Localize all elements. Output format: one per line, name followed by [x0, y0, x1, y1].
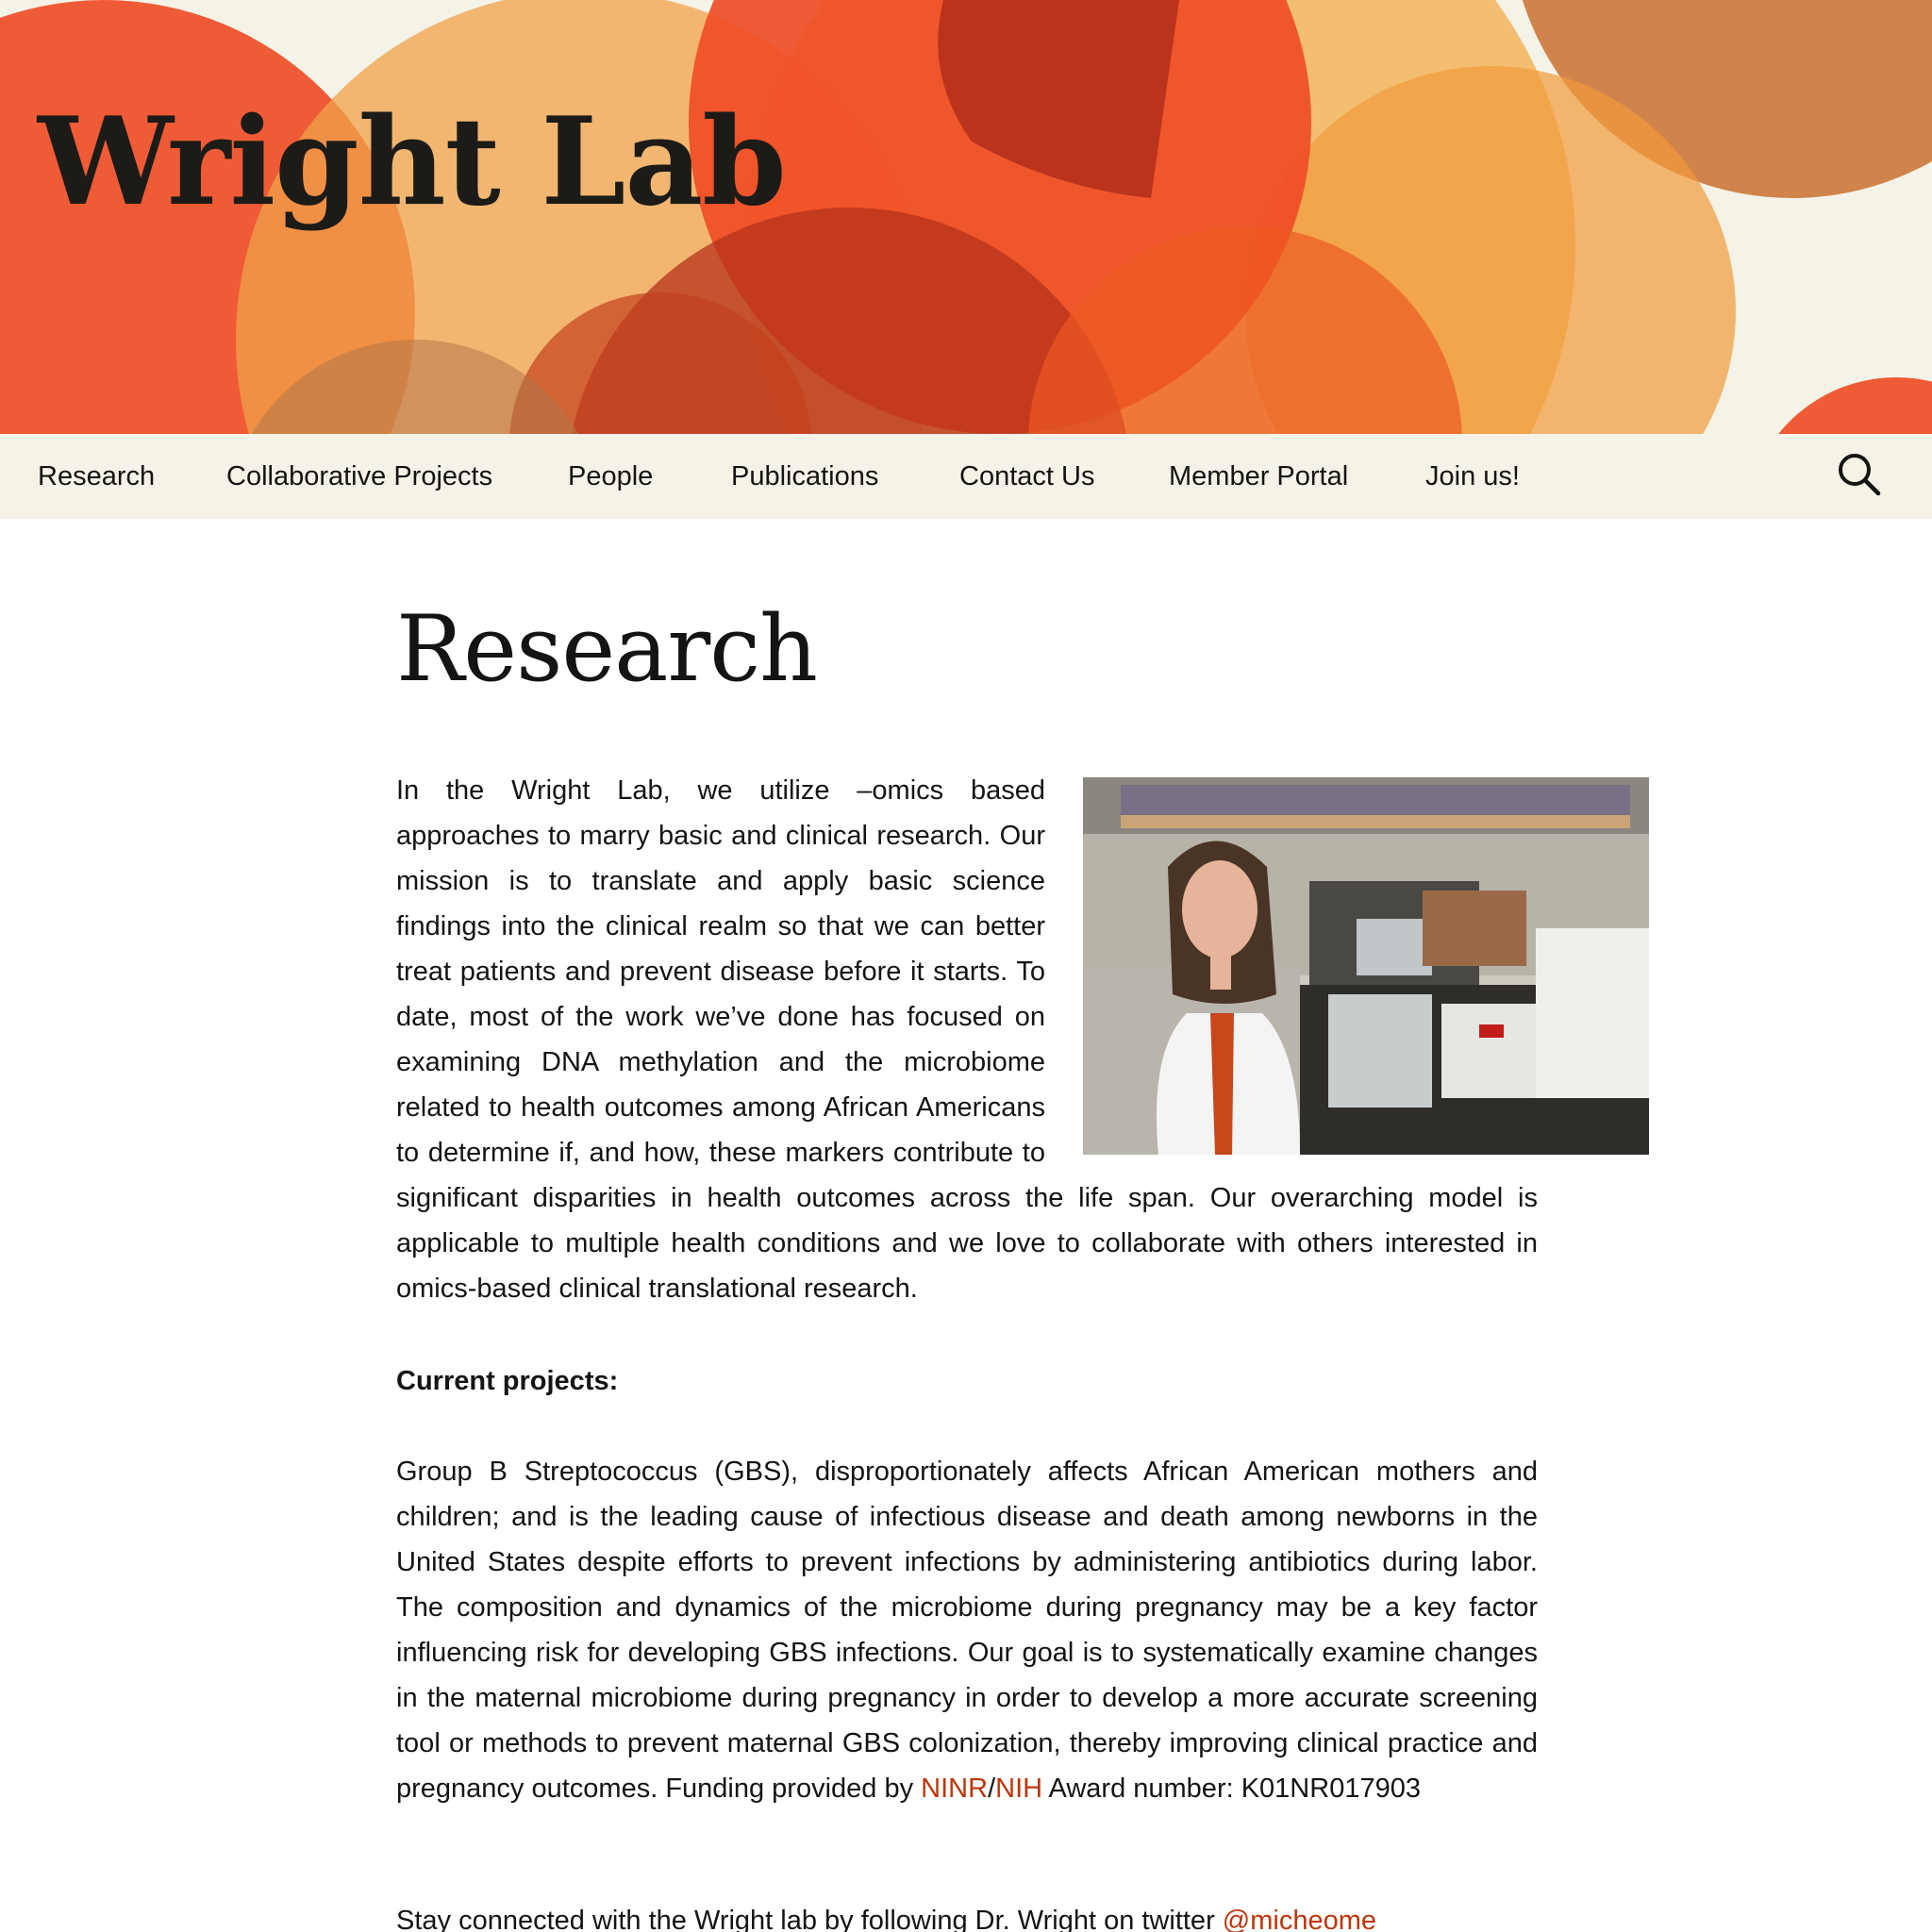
page-title: Research: [396, 596, 818, 702]
nav-item-member-portal[interactable]: Member Portal: [1169, 434, 1348, 519]
twitter-paragraph: Stay connected with the Wright lab by fo…: [396, 1898, 1623, 1932]
nav-item-contact-us[interactable]: Contact Us: [959, 434, 1094, 519]
intro-section: In the Wright Lab, we utilize –omics bas…: [396, 768, 1649, 1311]
site-title[interactable]: Wright Lab: [38, 102, 787, 223]
nav-item-join-us[interactable]: Join us!: [1425, 434, 1520, 519]
twitter-text: Stay connected with the Wright lab by fo…: [396, 1906, 1223, 1932]
nav-item-collaborative-projects[interactable]: Collaborative Projects: [226, 434, 492, 519]
current-projects-heading: Current projects:: [396, 1366, 619, 1396]
nav-item-people[interactable]: People: [568, 434, 653, 519]
link-separator: /: [988, 1774, 996, 1804]
twitter-handle-link[interactable]: @micheome: [1223, 1906, 1376, 1932]
gbs-text: Group B Streptococcus (GBS), disproporti…: [396, 1457, 1538, 1804]
search-icon[interactable]: [1836, 451, 1883, 498]
nih-link[interactable]: NIH: [995, 1774, 1042, 1804]
main-navigation: Research Collaborative Projects People P…: [0, 434, 1932, 519]
gbs-project-paragraph: Group B Streptococcus (GBS), disproporti…: [396, 1449, 1538, 1811]
nav-item-research[interactable]: Research: [38, 434, 155, 519]
header-banner: Wright Lab: [0, 0, 1932, 434]
ninr-link[interactable]: NINR: [921, 1774, 988, 1804]
award-number-text: Award number: K01NR017903: [1042, 1774, 1421, 1804]
lab-photo: [1083, 777, 1649, 1155]
nav-item-publications[interactable]: Publications: [731, 434, 878, 519]
